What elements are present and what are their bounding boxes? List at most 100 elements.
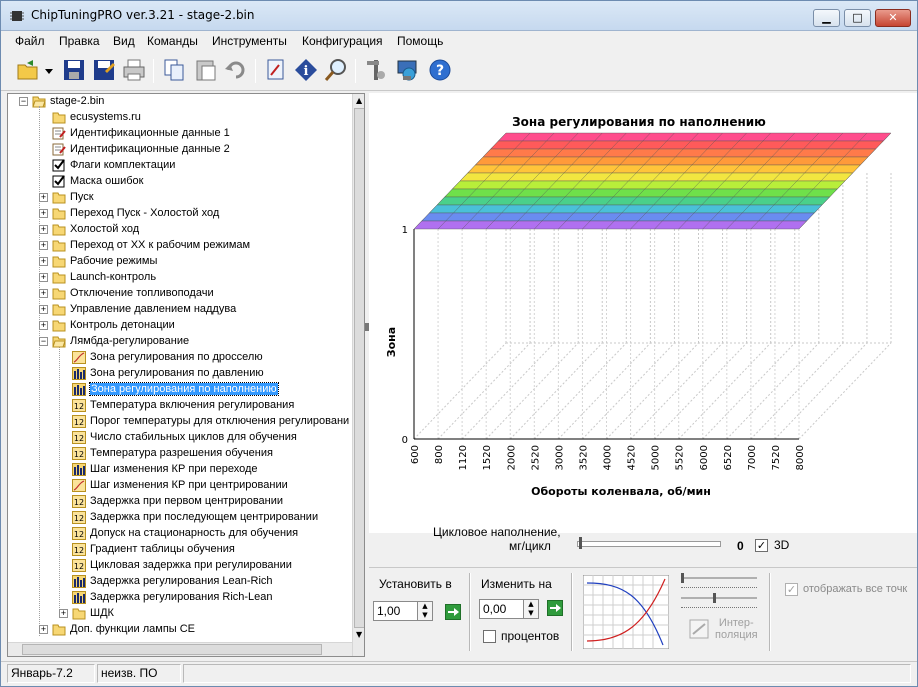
tree-item[interactable]: + Пуск xyxy=(8,190,352,206)
percent-checkbox[interactable] xyxy=(483,630,496,643)
title-bar[interactable]: ChipTuningPRO ver.3.21 - stage-2.bin ▁ □… xyxy=(1,1,917,31)
tree-item[interactable]: Зона регулирования по дросселю xyxy=(8,350,352,366)
tree-item[interactable]: + Управление давлением наддува xyxy=(8,302,352,318)
tree-item[interactable]: 12 Градиент таблицы обучения xyxy=(8,542,352,558)
expand-icon[interactable]: + xyxy=(39,193,48,202)
menu-edit[interactable]: Правка xyxy=(59,34,100,48)
menu-commands[interactable]: Команды xyxy=(147,34,198,48)
set-value-input[interactable]: 1,00 xyxy=(373,601,419,621)
scroll-thumb[interactable] xyxy=(354,108,364,628)
tree-horizontal-scrollbar[interactable] xyxy=(8,642,352,656)
tree-item[interactable]: 12 Порог температуры для отключения регул… xyxy=(8,414,352,430)
menu-help[interactable]: Помощь xyxy=(397,34,443,48)
tree-vertical-scrollbar[interactable]: ▲ ▼ xyxy=(352,94,364,656)
checkbox-3d[interactable]: ✓ xyxy=(755,539,768,552)
expand-icon[interactable]: + xyxy=(39,257,48,266)
expand-icon[interactable]: + xyxy=(39,209,48,218)
save-as-icon[interactable] xyxy=(91,57,117,83)
menu-configuration[interactable]: Конфигурация xyxy=(302,34,383,48)
scroll-up-arrow-icon[interactable]: ▲ xyxy=(356,96,362,105)
project-tree[interactable]: − stage-2.bin ecusystems.ru Идентификационн… xyxy=(7,93,365,657)
copy-icon[interactable] xyxy=(161,57,187,83)
tree-item[interactable]: Зона регулирования по наполнению xyxy=(8,382,352,398)
expand-icon[interactable]: + xyxy=(39,273,48,282)
expand-icon[interactable]: + xyxy=(39,225,48,234)
menu-tools[interactable]: Инструменты xyxy=(212,34,287,48)
minimize-button[interactable]: ▁ xyxy=(813,9,840,27)
fill-slider-thumb[interactable] xyxy=(579,537,582,549)
expand-icon[interactable]: + xyxy=(39,305,48,314)
dropdown-arrow-icon[interactable] xyxy=(43,57,55,83)
tree-item-label: Зона регулирования по давлению xyxy=(90,367,264,379)
fill-slider-track[interactable] xyxy=(577,541,721,547)
tree-item[interactable]: Задержка регулирования Lean-Rich xyxy=(8,574,352,590)
open-icon[interactable] xyxy=(15,57,41,83)
tree-item-label: Отключение топливоподачи xyxy=(70,287,214,299)
collapse-icon[interactable]: − xyxy=(39,337,48,346)
expand-icon[interactable]: + xyxy=(39,241,48,250)
network-icon[interactable] xyxy=(395,57,421,83)
apply-change-button[interactable] xyxy=(547,600,563,616)
maximize-button[interactable]: □ xyxy=(844,9,871,27)
tree-root[interactable]: − stage-2.bin xyxy=(8,94,352,110)
slider-thumb-top[interactable] xyxy=(681,573,684,583)
menu-file[interactable]: Файл xyxy=(15,34,45,48)
info-icon[interactable]: i xyxy=(293,57,319,83)
slider-thumb-bottom[interactable] xyxy=(713,593,716,603)
tools-icon[interactable] xyxy=(363,57,389,83)
tree-item[interactable]: 12 Число стабильных циклов для обучения xyxy=(8,430,352,446)
x-tick-label: 1520 xyxy=(482,445,493,470)
tree-item[interactable]: Идентификационные данные 1 xyxy=(8,126,352,142)
tree-item[interactable]: 12 Задержка при первом центрировании xyxy=(8,494,352,510)
collapse-icon[interactable]: − xyxy=(19,97,28,106)
tree-item[interactable]: 12 Задержка при последующем центрировании xyxy=(8,510,352,526)
tree-item[interactable]: + Launch-контроль xyxy=(8,270,352,286)
expand-icon[interactable]: + xyxy=(39,289,48,298)
expand-icon[interactable]: + xyxy=(39,321,48,330)
menu-view[interactable]: Вид xyxy=(113,34,135,48)
slider-track-bottom[interactable] xyxy=(681,597,757,599)
show-all-points-checkbox[interactable]: ✓ xyxy=(785,583,798,596)
search-icon[interactable] xyxy=(323,57,349,83)
scroll-down-arrow-icon[interactable]: ▼ xyxy=(356,630,362,639)
tree-item[interactable]: Зона регулирования по давлению xyxy=(8,366,352,382)
interpolation-label[interactable]: Интер- поляция xyxy=(715,617,758,641)
set-value-spinner[interactable]: ▲ ▼ xyxy=(417,601,433,621)
scroll-thumb-horizontal[interactable] xyxy=(22,644,322,655)
tree-item[interactable]: ecusystems.ru xyxy=(8,110,352,126)
expand-icon[interactable]: + xyxy=(59,609,68,618)
close-button[interactable]: ✕ xyxy=(875,9,911,27)
interpolation-curve-preview xyxy=(583,575,669,649)
tree-item[interactable]: 12 Допуск на стационарность для обучения xyxy=(8,526,352,542)
tree-item[interactable]: Задержка регулирования Rich-Lean xyxy=(8,590,352,606)
change-value-spinner[interactable]: ▲ ▼ xyxy=(523,599,539,619)
help-icon[interactable]: ? xyxy=(427,57,453,83)
interpolation-icon[interactable] xyxy=(689,619,709,639)
undo-icon[interactable] xyxy=(223,57,249,83)
apply-set-button[interactable] xyxy=(445,604,461,620)
tree-item[interactable]: + Контроль детонации xyxy=(8,318,352,334)
tree-item[interactable]: 12 Температура включения регулирования xyxy=(8,398,352,414)
tree-item[interactable]: + Отключение топливоподачи xyxy=(8,286,352,302)
slider-track-top[interactable] xyxy=(683,577,757,579)
tree-item[interactable]: + ШДК xyxy=(8,606,352,622)
tree-item[interactable]: + Холостой ход xyxy=(8,222,352,238)
tree-item[interactable]: Шаг изменения КР при переходе xyxy=(8,462,352,478)
tree-item[interactable]: + Рабочие режимы xyxy=(8,254,352,270)
tree-item[interactable]: 12 Цикловая задержка при регулировании xyxy=(8,558,352,574)
tree-item[interactable]: + Переход от ХХ к рабочим режимам xyxy=(8,238,352,254)
expand-icon[interactable]: + xyxy=(39,625,48,634)
tree-item[interactable]: 12 Температура разрешения обучения xyxy=(8,446,352,462)
edit-map-icon[interactable] xyxy=(263,57,289,83)
tree-item[interactable]: Идентификационные данные 2 xyxy=(8,142,352,158)
tree-item[interactable]: + Доп. функции лампы CE xyxy=(8,622,352,638)
tree-item[interactable]: − Лямбда-регулирование xyxy=(8,334,352,350)
tree-item[interactable]: Маска ошибок xyxy=(8,174,352,190)
change-value-input[interactable]: 0,00 xyxy=(479,599,525,619)
tree-item[interactable]: + Переход Пуск - Холостой ход xyxy=(8,206,352,222)
tree-item[interactable]: Флаги комплектации xyxy=(8,158,352,174)
tree-item[interactable]: Шаг изменения КР при центрировании xyxy=(8,478,352,494)
save-icon[interactable] xyxy=(61,57,87,83)
print-icon[interactable] xyxy=(121,57,147,83)
paste-icon[interactable] xyxy=(193,57,219,83)
